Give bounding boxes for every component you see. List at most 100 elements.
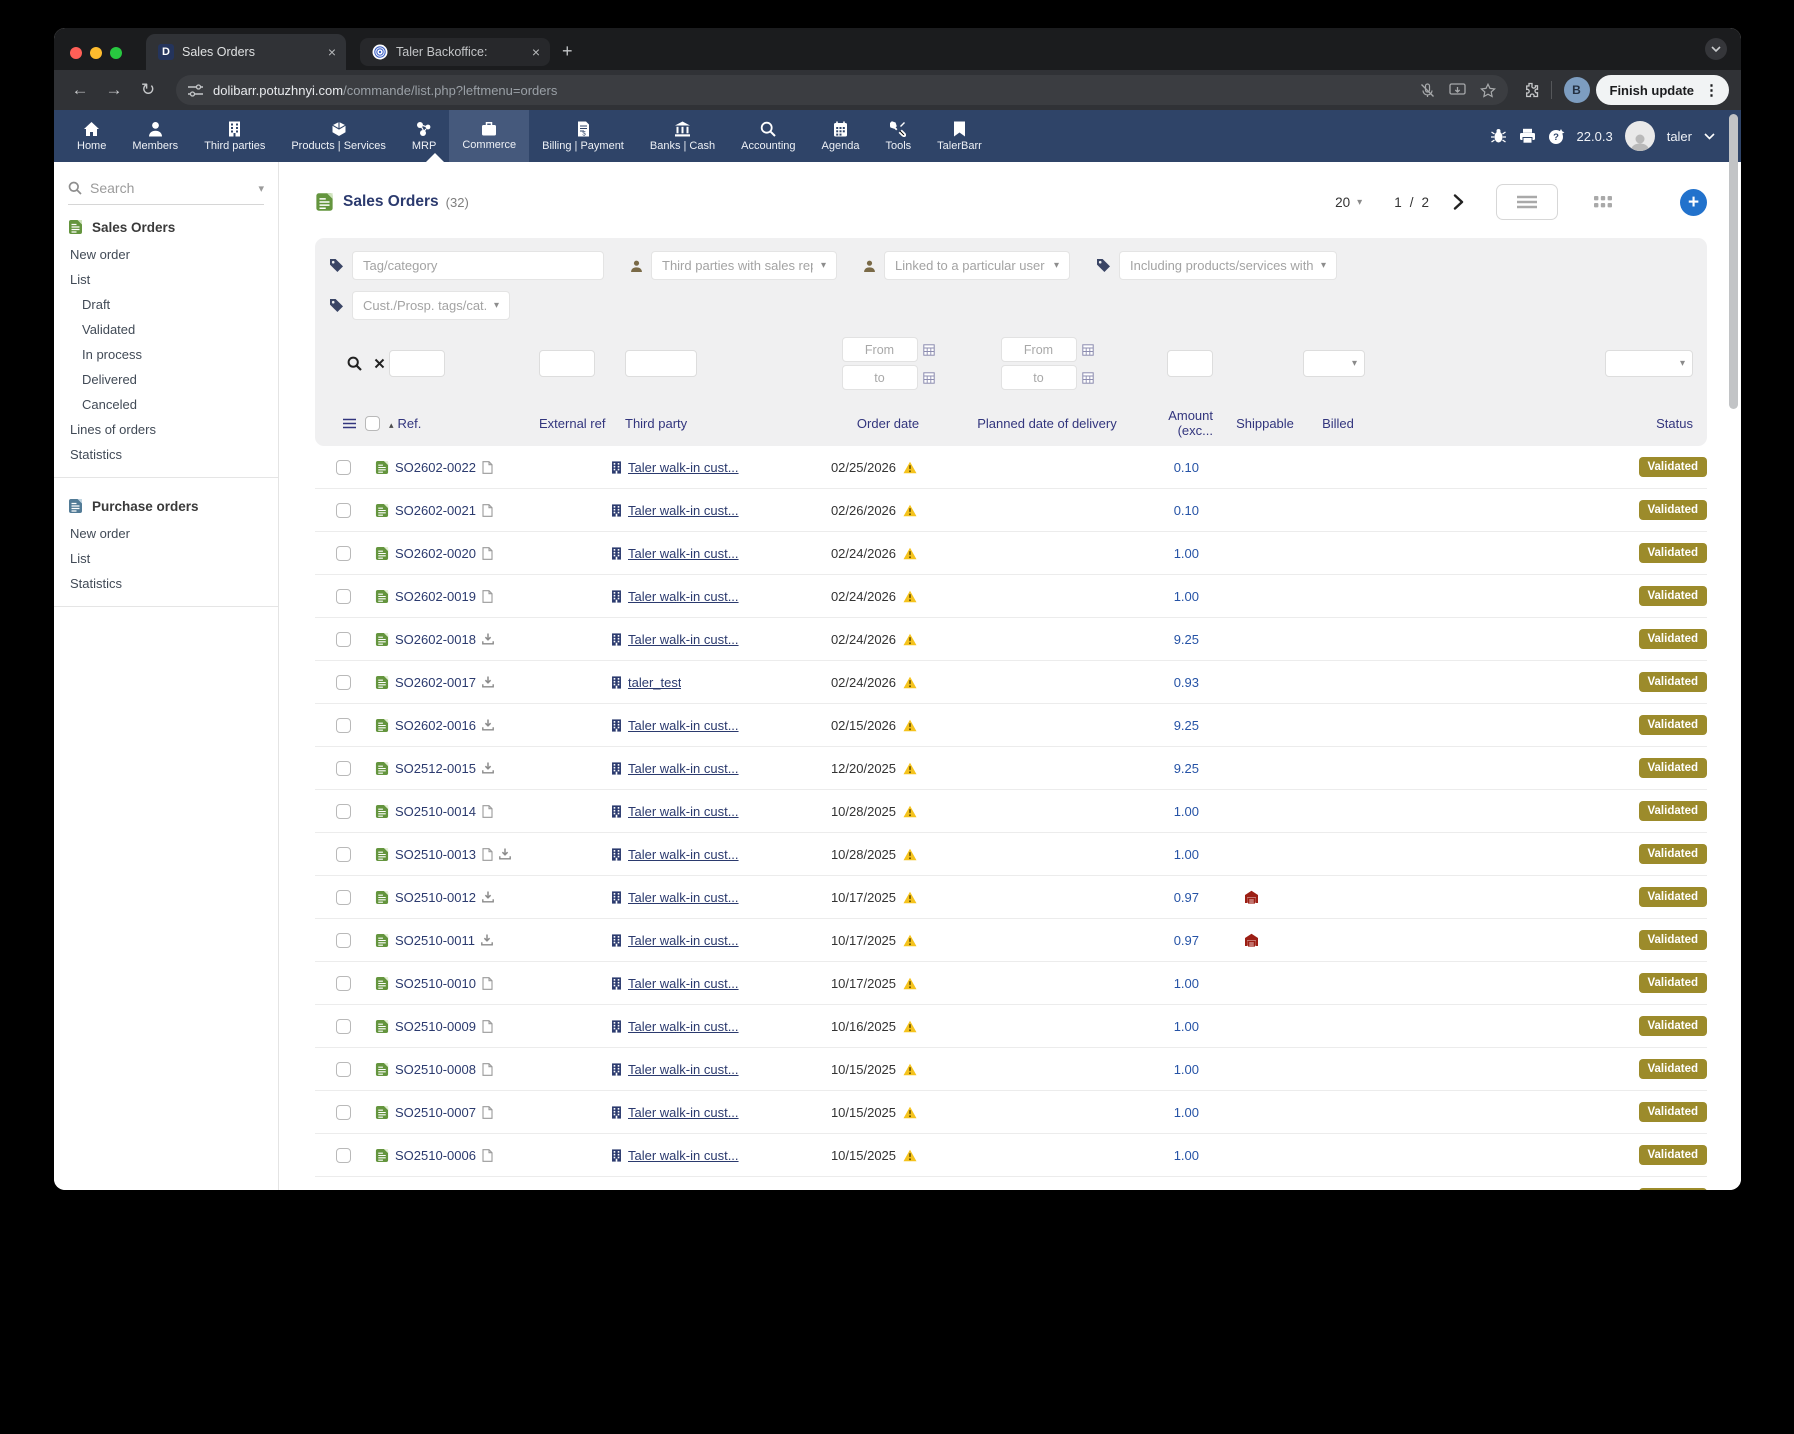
amount-value[interactable]: 9.25 — [1117, 718, 1213, 733]
order-ref-link[interactable]: SO2602-0016 — [395, 718, 476, 733]
row-checkbox[interactable] — [336, 589, 351, 604]
menu-commerce[interactable]: Commerce — [449, 110, 529, 162]
close-icon[interactable]: × — [532, 44, 540, 60]
table-row[interactable]: SO2602-0018 Taler walk-in cust... 02/24/… — [315, 618, 1707, 661]
document-icon[interactable] — [482, 504, 493, 517]
sidebar-section-purchase-orders[interactable]: Purchase orders — [54, 488, 278, 521]
row-checkbox[interactable] — [336, 503, 351, 518]
amount-value[interactable]: 0.10 — [1117, 460, 1213, 475]
address-bar[interactable]: dolibarr.potuzhnyi.com/commande/list.php… — [176, 75, 1508, 105]
row-checkbox[interactable] — [336, 546, 351, 561]
bookmark-star-icon[interactable] — [1480, 83, 1496, 98]
third-party-link[interactable]: Taler walk-in cust... — [628, 933, 739, 948]
order-ref-link[interactable]: SO2602-0018 — [395, 632, 476, 647]
document-icon[interactable] — [482, 547, 493, 560]
menu-agenda[interactable]: Agenda — [809, 110, 873, 162]
document-icon[interactable] — [482, 1149, 493, 1162]
menu-tools[interactable]: Tools — [872, 110, 924, 162]
third-party-link[interactable]: Taler walk-in cust... — [628, 847, 739, 862]
amount-value[interactable]: 1.00 — [1117, 1105, 1213, 1120]
third-party-link[interactable]: Taler walk-in cust... — [628, 1019, 739, 1034]
search-ref-input[interactable] — [389, 350, 445, 377]
menu-home[interactable]: Home — [64, 110, 119, 162]
table-row[interactable]: SO2510-0009 Taler walk-in cust... 10/16/… — [315, 1005, 1707, 1048]
sidebar-section-sales-orders[interactable]: Sales Orders — [54, 209, 278, 242]
document-icon[interactable] — [482, 461, 493, 474]
document-icon[interactable] — [482, 1106, 493, 1119]
row-checkbox[interactable] — [336, 976, 351, 991]
third-party-link[interactable]: Taler walk-in cust... — [628, 804, 739, 819]
tag-category-input[interactable] — [352, 251, 604, 280]
header-amount[interactable]: Amount (exc... — [1131, 408, 1227, 438]
sidebar-item-statistics[interactable]: Statistics — [54, 442, 278, 467]
download-icon[interactable] — [482, 762, 494, 774]
search-third-party-input[interactable] — [625, 350, 697, 377]
amount-value[interactable]: 0.97 — [1117, 890, 1213, 905]
row-checkbox[interactable] — [336, 460, 351, 475]
third-party-link[interactable]: Taler walk-in cust... — [628, 1148, 739, 1163]
tab-sales-orders[interactable]: D Sales Orders × — [146, 34, 346, 70]
document-icon[interactable] — [482, 848, 493, 861]
row-checkbox[interactable] — [336, 718, 351, 733]
search-input[interactable] — [90, 180, 220, 196]
document-icon[interactable] — [482, 590, 493, 603]
planned-date-from-input[interactable]: From — [1001, 337, 1077, 362]
order-date-to-input[interactable]: to — [842, 365, 918, 390]
menu-accounting[interactable]: Accounting — [728, 110, 808, 162]
third-party-link[interactable]: Taler walk-in cust... — [628, 632, 739, 647]
row-checkbox[interactable] — [336, 675, 351, 690]
menu-billing-payment[interactable]: $ Billing | Payment — [529, 110, 637, 162]
order-ref-link[interactable]: SO2510-0013 — [395, 847, 476, 862]
order-ref-link[interactable]: SO2602-0020 — [395, 546, 476, 561]
cust-prosp-select[interactable]: Cust./Prosp. tags/cat... ▾ — [352, 291, 510, 320]
planned-date-to-input[interactable]: to — [1001, 365, 1077, 390]
amount-value[interactable]: 0.93 — [1117, 675, 1213, 690]
header-shippable[interactable]: Shippable — [1227, 416, 1303, 431]
download-icon[interactable] — [499, 848, 511, 860]
sidebar-item-validated[interactable]: Validated — [54, 317, 278, 342]
table-row[interactable]: SO2510-0007 Taler walk-in cust... 10/15/… — [315, 1091, 1707, 1134]
profile-avatar[interactable]: B — [1564, 77, 1590, 103]
third-party-link[interactable]: Taler walk-in cust... — [628, 589, 739, 604]
amount-value[interactable]: 1.00 — [1117, 847, 1213, 862]
column-selector-icon[interactable] — [343, 418, 356, 429]
table-row[interactable]: SO2602-0016 Taler walk-in cust... 02/15/… — [315, 704, 1707, 747]
browser-menu-icon[interactable]: ⋮ — [1704, 81, 1723, 99]
order-ref-link[interactable]: SO2510-0014 — [395, 804, 476, 819]
table-row[interactable]: SO2510-0014 Taler walk-in cust... 10/28/… — [315, 790, 1707, 833]
menu-talerbarr[interactable]: TalerBarr — [924, 110, 995, 162]
calendar-icon[interactable] — [923, 372, 935, 384]
table-row[interactable]: SO2510-0008 Taler walk-in cust... 10/15/… — [315, 1048, 1707, 1091]
including-products-select[interactable]: Including products/services with... ▾ — [1119, 251, 1337, 280]
header-planned-date[interactable]: Planned date of delivery — [963, 416, 1131, 431]
table-row[interactable]: SO2602-0017 taler_test 02/24/2026 0.9 — [315, 661, 1707, 704]
search-caret-icon[interactable]: ▾ — [258, 182, 264, 195]
document-icon[interactable] — [482, 1020, 493, 1033]
table-row[interactable]: SO2510-0012 Taler walk-in cust... 10/17/… — [315, 876, 1707, 919]
third-party-link[interactable]: Taler walk-in cust... — [628, 460, 739, 475]
sidebar-item-list[interactable]: List — [54, 267, 278, 292]
order-ref-link[interactable]: SO2602-0017 — [395, 675, 476, 690]
back-button[interactable]: ← — [66, 76, 94, 104]
close-window-button[interactable] — [70, 47, 82, 59]
help-icon[interactable]: ? — [1548, 128, 1565, 145]
amount-value[interactable]: 9.25 — [1117, 761, 1213, 776]
download-icon[interactable] — [482, 891, 494, 903]
row-checkbox[interactable] — [336, 890, 351, 905]
order-ref-link[interactable]: SO2510-0011 — [395, 933, 475, 948]
table-row[interactable]: SO2602-0020 Taler walk-in cust... 02/24/… — [315, 532, 1707, 575]
search-amount-input[interactable] — [1167, 350, 1213, 377]
next-page-button[interactable] — [1453, 194, 1464, 210]
menu-third-parties[interactable]: Third parties — [191, 110, 278, 162]
row-checkbox[interactable] — [336, 1105, 351, 1120]
third-party-link[interactable]: Taler walk-in cust... — [628, 1105, 739, 1120]
order-ref-link[interactable]: SO2510-0006 — [395, 1148, 476, 1163]
close-icon[interactable]: × — [328, 44, 336, 60]
amount-value[interactable]: 1.00 — [1117, 1019, 1213, 1034]
extensions-icon[interactable] — [1522, 82, 1539, 99]
third-party-link[interactable]: Taler walk-in cust... — [628, 1062, 739, 1077]
download-icon[interactable] — [481, 934, 493, 946]
clear-search-icon[interactable] — [374, 358, 385, 369]
sidebar-item-delivered[interactable]: Delivered — [54, 367, 278, 392]
amount-value[interactable]: 1.00 — [1117, 976, 1213, 991]
